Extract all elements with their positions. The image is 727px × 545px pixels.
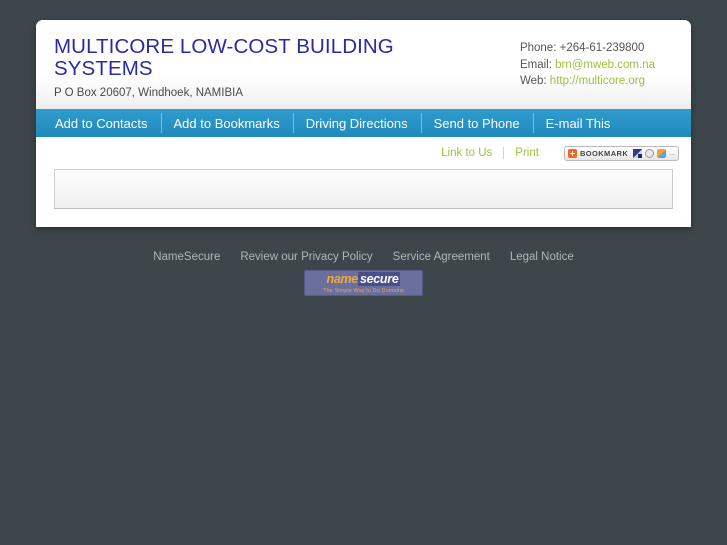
page-title: MULTICORE LOW-COST BUILDING SYSTEMS — [54, 35, 394, 80]
content-area — [36, 167, 691, 227]
nav-item-email-this[interactable]: E-mail This — [532, 109, 624, 137]
nav-item-label: Add to Bookmarks — [173, 115, 280, 131]
footer-link-legal-notice[interactable]: Legal Notice — [500, 251, 584, 263]
windows-icon[interactable] — [633, 148, 643, 158]
colors-icon[interactable] — [657, 148, 667, 158]
nav-item-label: Add to Contacts — [55, 115, 148, 131]
footer-link-privacy-policy[interactable]: Review our Privacy Policy — [230, 251, 382, 263]
logo-name-part: name — [326, 271, 359, 286]
page-footer: NameSecure Review our Privacy Policy Ser… — [0, 243, 727, 296]
action-navbar: Add to Contacts Add to Bookmarks Driving… — [36, 109, 691, 137]
email-link[interactable]: brn@mweb.com.na — [555, 59, 655, 71]
more-options-icon[interactable]: ... — [669, 149, 675, 158]
contact-phone-row: Phone: +264-61-239800 — [520, 40, 655, 57]
nav-item-label: Send to Phone — [433, 115, 520, 131]
logo-tagline: The Simple Way to Do Domains — [323, 288, 404, 294]
listing-header: MULTICORE LOW-COST BUILDING SYSTEMS P O … — [36, 20, 691, 109]
bookmark-share-widget[interactable]: BOOKMARK ... — [563, 145, 679, 161]
website-link[interactable]: http://multicore.org — [550, 75, 645, 87]
web-label: Web: — [519, 75, 547, 87]
nav-item-send-to-phone[interactable]: Send to Phone — [420, 109, 533, 137]
footer-link-service-agreement[interactable]: Service Agreement — [383, 251, 500, 263]
link-to-us-link[interactable]: Link to Us — [430, 147, 503, 159]
nav-item-driving-directions[interactable]: Driving Directions — [292, 109, 421, 137]
print-link[interactable]: Print — [504, 147, 550, 159]
bookmark-label: BOOKMARK — [579, 148, 629, 158]
contact-email-row: Email: brn@mweb.com.na — [520, 57, 655, 74]
nav-item-add-to-contacts[interactable]: Add to Contacts — [42, 109, 161, 137]
email-label: Email: — [519, 58, 552, 71]
business-listing-card: MULTICORE LOW-COST BUILDING SYSTEMS P O … — [36, 20, 691, 227]
nav-item-add-to-bookmarks[interactable]: Add to Bookmarks — [160, 109, 293, 137]
phone-label: Phone: — [519, 42, 557, 54]
footer-link-namesecure[interactable]: NameSecure — [143, 251, 230, 263]
content-panel — [54, 169, 673, 209]
phone-value: +264-61-239800 — [559, 42, 645, 54]
namesecure-wordmark: name secure — [305, 271, 422, 286]
globe-icon[interactable] — [645, 148, 655, 158]
contact-details: Phone: +264-61-239800 Email: brn@mweb.co… — [520, 40, 655, 90]
namesecure-logo[interactable]: name secure The Simple Way to Do Domains — [304, 270, 423, 296]
tools-row: Link to Us Print BOOKMARK ... — [36, 137, 691, 167]
footer-links: NameSecure Review our Privacy Policy Ser… — [0, 243, 727, 263]
plus-icon — [567, 148, 577, 158]
nav-item-label: E-mail This — [545, 115, 611, 131]
nav-item-label: Driving Directions — [305, 115, 408, 131]
contact-web-row: Web: http://multicore.org — [520, 73, 655, 90]
logo-secure-part: secure — [357, 271, 401, 286]
